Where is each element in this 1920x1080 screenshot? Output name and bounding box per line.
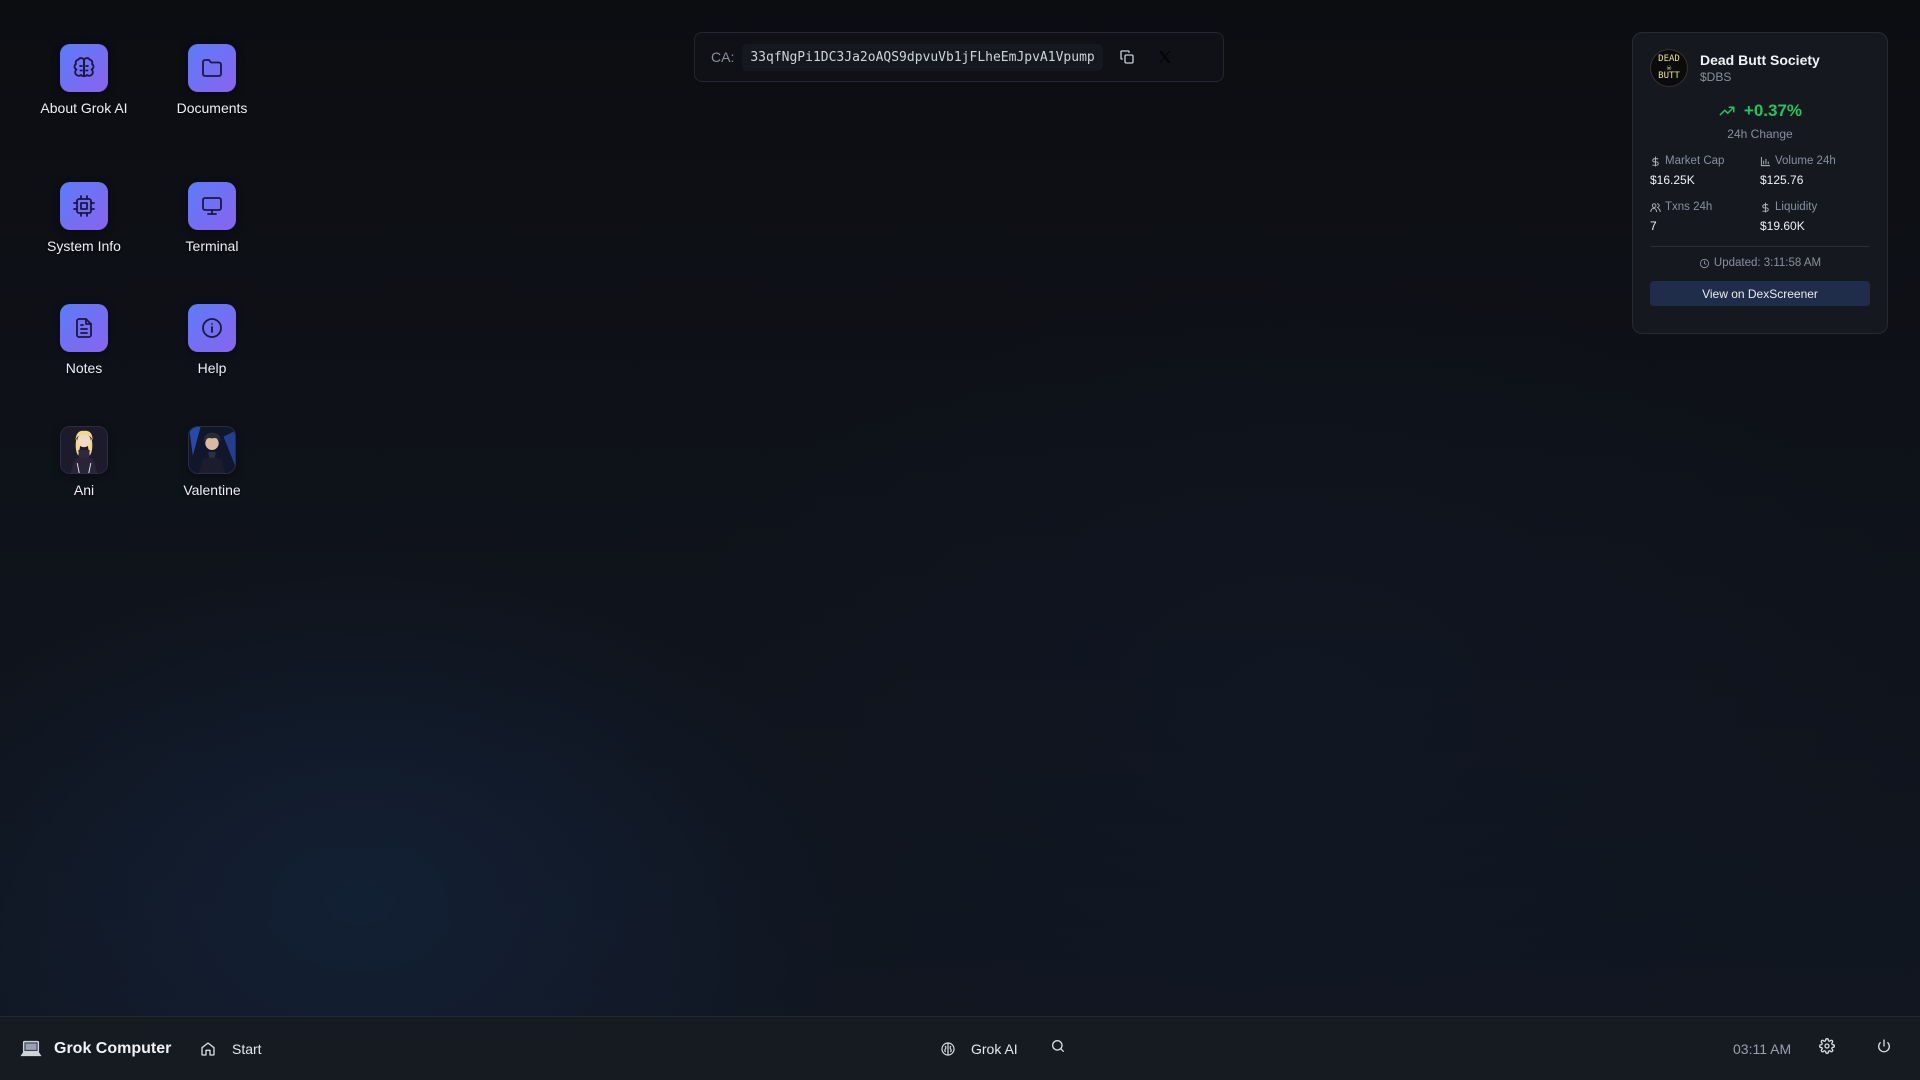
desktop-icon-label: Terminal: [185, 238, 239, 254]
valentine-avatar: [188, 426, 236, 474]
last-updated-text: Updated: 3:11:58 AM: [1713, 257, 1822, 269]
brain-icon: [941, 1041, 955, 1056]
bar-chart-icon: [1760, 156, 1771, 166]
stat-label: Market Cap: [1665, 155, 1725, 167]
desktop-icon-label: Help: [197, 360, 227, 376]
trending-up-icon: [1719, 106, 1735, 116]
stat-label: Txns 24h: [1665, 201, 1713, 213]
token-name: Dead Butt Society: [1700, 52, 1820, 68]
view-on-dexscreener-button[interactable]: View on DexScreener: [1650, 281, 1870, 306]
desktop-icon-documents[interactable]: Documents: [153, 44, 271, 117]
desktop-icon-label: Notes: [65, 360, 103, 376]
stat-label: Volume 24h: [1775, 155, 1836, 167]
desktop-icon-help[interactable]: Help: [153, 304, 271, 377]
brain-icon: [60, 44, 108, 92]
grok-ai-taskbar-button[interactable]: Grok AI: [940, 1041, 1018, 1057]
users-icon: [1650, 202, 1661, 212]
last-updated: Updated: 3:11:58 AM: [1650, 257, 1870, 269]
dollar-icon: [1652, 155, 1659, 167]
token-symbol: $DBS: [1700, 70, 1732, 84]
desktop-icon-valentine[interactable]: Valentine: [153, 426, 271, 499]
stat-txns-24h: Txns 24h 7: [1650, 201, 1760, 233]
taskbar-brand-label: Grok Computer: [54, 1039, 172, 1057]
stat-market-cap: Market Cap $16.25K: [1650, 155, 1760, 187]
monitor-icon: [188, 182, 236, 230]
search-button[interactable]: [1050, 1038, 1066, 1059]
copy-address-button[interactable]: [1113, 43, 1141, 71]
stat-value: 7: [1650, 219, 1657, 233]
grok-ai-label: Grok AI: [971, 1040, 1018, 1057]
x-logo-icon: [1158, 51, 1171, 63]
taskbar: Grok Computer Start Grok AI 03:11 AM: [0, 1016, 1920, 1080]
computer-icon: [20, 1040, 42, 1056]
token-stats: Market Cap $16.25K Volume 24h $125.76 Tx…: [1650, 155, 1870, 233]
dollar-icon: [1762, 201, 1769, 213]
price-change-label: 24h Change: [1727, 127, 1793, 141]
ca-label: CA:: [711, 49, 735, 65]
price-change: +0.37%: [1650, 101, 1870, 121]
desktop-icon-notes[interactable]: Notes: [25, 304, 143, 377]
gear-icon: [1819, 1038, 1835, 1054]
clock-icon: [1699, 258, 1709, 268]
desktop-icon-label: Ani: [73, 482, 95, 498]
info-icon: [188, 304, 236, 352]
price-change-value: +0.37%: [1743, 101, 1803, 120]
search-icon: [1052, 1040, 1064, 1052]
power-button[interactable]: [1876, 1038, 1892, 1059]
stat-value: $125.76: [1760, 173, 1804, 187]
token-logo: DEAD ☠ BUTT: [1650, 49, 1688, 87]
stat-value: $16.25K: [1650, 173, 1695, 187]
desktop-icon-about-grok-ai[interactable]: About Grok AI: [25, 44, 143, 117]
desktop-icon-label: Valentine: [183, 482, 241, 498]
contract-address-bar: CA: 33qfNgPi1DC3Ja2oAQS9dpvuVb1jFLheEmJp…: [694, 32, 1224, 82]
settings-button[interactable]: [1819, 1038, 1835, 1059]
stat-label: Liquidity: [1775, 201, 1818, 213]
home-icon: [201, 1041, 215, 1056]
folder-icon: [188, 44, 236, 92]
desktop-icon-label: Documents: [176, 100, 248, 116]
token-logo-text-bottom: BUTT: [1658, 71, 1680, 81]
contract-address-value[interactable]: 33qfNgPi1DC3Ja2oAQS9dpvuVb1jFLheEmJpvA1V…: [742, 43, 1103, 71]
taskbar-clock: 03:11 AM: [1733, 1040, 1792, 1057]
stat-volume-24h: Volume 24h $125.76: [1760, 155, 1870, 187]
desktop-icon-label: About Grok AI: [40, 100, 128, 116]
stat-value: $19.60K: [1760, 219, 1805, 233]
desktop-icon-ani[interactable]: Ani: [25, 426, 143, 499]
ani-avatar: [60, 426, 108, 474]
x-social-button[interactable]: [1151, 43, 1179, 71]
power-icon: [1878, 1039, 1890, 1053]
cpu-icon: [60, 182, 108, 230]
token-header: DEAD ☠ BUTT Dead Butt Society $DBS: [1650, 49, 1870, 87]
taskbar-brand[interactable]: Grok Computer: [20, 1038, 171, 1060]
copy-icon: [1120, 50, 1134, 64]
desktop-icon-terminal[interactable]: Terminal: [153, 182, 271, 255]
start-button[interactable]: Start: [200, 1041, 262, 1057]
file-text-icon: [60, 304, 108, 352]
divider: [1650, 246, 1870, 247]
token-info-card: DEAD ☠ BUTT Dead Butt Society $DBS +0.37…: [1632, 32, 1888, 334]
start-label: Start: [232, 1040, 262, 1057]
stat-liquidity: Liquidity $19.60K: [1760, 201, 1870, 233]
desktop-icon-system-info[interactable]: System Info: [25, 182, 143, 255]
desktop-icon-label: System Info: [47, 238, 121, 254]
